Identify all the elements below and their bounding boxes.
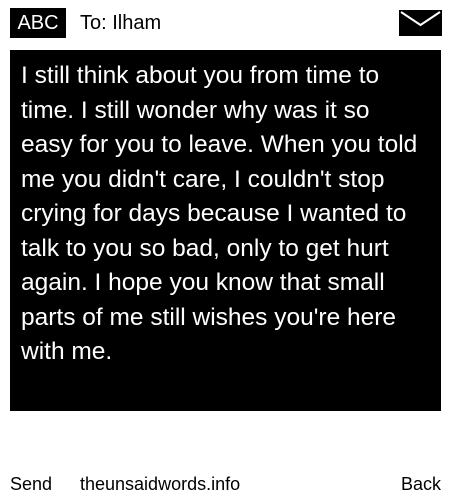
send-button[interactable]: Send <box>10 471 52 497</box>
input-mode-indicator: ABC <box>10 8 66 38</box>
site-credit: theunsaidwords.info <box>80 474 241 494</box>
message-body: I still think about you from time to tim… <box>21 62 418 365</box>
softkey-bar: Send theunsaidwords.info Back <box>0 471 450 497</box>
message-composer[interactable]: I still think about you from time to tim… <box>10 50 441 411</box>
header-bar: ABC To: Ilham <box>0 0 450 44</box>
back-button[interactable]: Back <box>401 471 441 497</box>
envelope-icon <box>399 10 442 36</box>
recipient-label: To: Ilham <box>80 12 162 34</box>
